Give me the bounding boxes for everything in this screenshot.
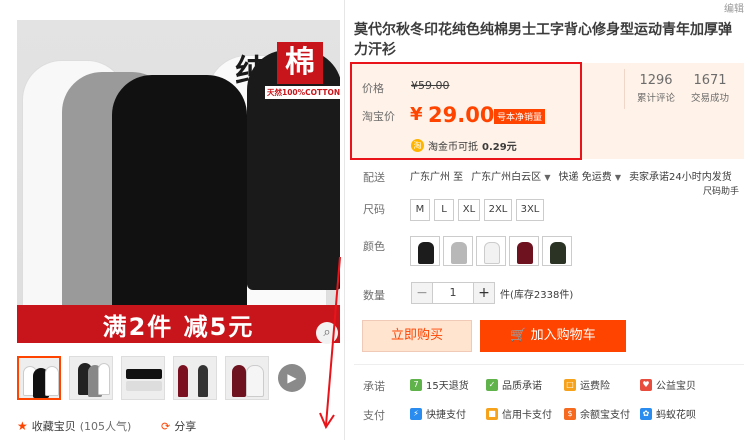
product-page: 编辑 纯 棉 天然100%COTTON 满2件 减5元 ⌕ ▶ ★ 收藏宝贝 (… xyxy=(0,0,750,440)
thumbnail-4[interactable] xyxy=(173,356,217,400)
shirt-black-front xyxy=(112,75,247,333)
add-to-cart-label: 加入购物车 xyxy=(530,328,596,343)
shield-icon: ✓ xyxy=(486,378,498,391)
thumbnail-3[interactable] xyxy=(121,356,165,400)
color-swatch-gray[interactable] xyxy=(443,236,473,266)
cotton-badge: 纯 棉 天然100%COTTON xyxy=(235,42,340,112)
color-swatch-burgundy[interactable] xyxy=(509,236,539,266)
color-swatch-black[interactable] xyxy=(410,236,440,266)
ship-method-select[interactable]: 快递 免运费 ▼ xyxy=(559,168,622,183)
section-divider xyxy=(354,364,744,365)
badge-char-2: 棉 xyxy=(277,42,323,84)
reviews-label: 累计评论 xyxy=(636,93,675,104)
add-to-cart-button[interactable]: 🛒 加入购物车 xyxy=(480,320,626,352)
reviews-count: 1296 xyxy=(639,73,673,88)
badge-char-1: 纯 xyxy=(235,52,268,90)
shipping-info: 广东广州 至 广东广州白云区 ▼ 快递 免运费 ▼ 卖家承诺24小时内发货 xyxy=(410,168,732,183)
size-option-2xl[interactable]: 2XL xyxy=(484,199,512,221)
ship-to-select[interactable]: 广东广州白云区 ▼ xyxy=(471,168,550,183)
favorite-label: 收藏宝贝 xyxy=(31,420,76,433)
share-label: 分享 xyxy=(174,420,197,433)
ship-to: 广东广州白云区 xyxy=(471,172,542,183)
payment-text: 余额宝支付 xyxy=(580,410,630,421)
size-option-l[interactable]: L xyxy=(434,199,454,221)
thumbnail-5[interactable] xyxy=(225,356,269,400)
payment-label: 支付 xyxy=(363,409,385,422)
ship-method: 快递 免运费 xyxy=(558,172,612,183)
payment-huabei[interactable]: ✿ 蚂蚁花呗 xyxy=(640,406,696,421)
size-option-xl[interactable]: XL xyxy=(458,199,480,221)
color-swatch-white[interactable] xyxy=(476,236,506,266)
promise-quality[interactable]: ✓ 品质承诺 xyxy=(486,377,542,392)
play-icon[interactable]: ▶ xyxy=(278,364,306,392)
ship-promise: 卖家承诺24小时内发货 xyxy=(629,172,732,183)
promise-shipping-insurance[interactable]: □ 运费险 xyxy=(564,377,610,392)
thumbnail-1[interactable] xyxy=(17,356,61,400)
product-title: 莫代尔秋冬印花纯色纯棉男士工字背心修身型运动青年加厚弹力汗衫 xyxy=(354,22,732,58)
quick-pay-icon: ⚡ xyxy=(410,407,422,420)
main-product-image[interactable]: 纯 棉 天然100%COTTON 满2件 减5元 xyxy=(17,20,340,343)
edit-link[interactable]: 编辑 xyxy=(724,0,744,15)
size-option-m[interactable]: M xyxy=(410,199,430,221)
annotation-arrow xyxy=(319,256,341,430)
thumbnail-2[interactable] xyxy=(69,356,113,400)
promise-text: 15天退货 xyxy=(426,381,469,392)
promise-text: 品质承诺 xyxy=(502,381,542,392)
sales-label: 交易成功 xyxy=(690,93,729,104)
sales-count: 1671 xyxy=(693,73,727,88)
size-helper-link[interactable]: 尺码助手 xyxy=(703,184,739,197)
thumbnail-strip xyxy=(17,356,269,400)
huabei-icon: ✿ xyxy=(640,407,652,420)
share-button[interactable]: ⟳ 分享 xyxy=(161,418,196,434)
charity-icon: ♥ xyxy=(640,378,652,391)
payment-text: 蚂蚁花呗 xyxy=(656,410,696,421)
buy-now-button[interactable]: 立即购买 xyxy=(362,320,472,352)
ship-from: 广东广州 至 xyxy=(410,172,464,183)
favorite-button[interactable]: ★ 收藏宝贝 (105人气) xyxy=(17,418,131,434)
color-swatch-olive[interactable] xyxy=(542,236,572,266)
quantity-input[interactable]: 1 xyxy=(433,282,473,304)
promise-text: 运费险 xyxy=(580,381,610,392)
size-label: 尺码 xyxy=(363,203,385,216)
chevron-down-icon: ▼ xyxy=(614,173,622,182)
shipping-label: 配送 xyxy=(363,171,385,184)
highlight-box xyxy=(350,62,582,160)
payment-quick[interactable]: ⚡ 快捷支付 xyxy=(410,406,466,421)
stock-info: 件(库存2338件) xyxy=(500,290,574,301)
promise-charity[interactable]: ♥ 公益宝贝 xyxy=(640,377,696,392)
truck-icon: □ xyxy=(564,378,576,391)
credit-card-icon: ■ xyxy=(486,407,498,420)
payment-yuebao[interactable]: $ 余额宝支付 xyxy=(564,406,630,421)
payment-text: 快捷支付 xyxy=(426,410,466,421)
promise-text: 公益宝贝 xyxy=(656,381,696,392)
sales-stat[interactable]: 1671 交易成功 xyxy=(680,73,740,104)
quantity-label: 数量 xyxy=(363,289,385,302)
promise-15-day-return[interactable]: 7 15天退货 xyxy=(410,377,469,392)
star-icon: ★ xyxy=(17,419,28,433)
share-icon: ⟳ xyxy=(161,419,171,433)
promise-label: 承诺 xyxy=(363,380,385,393)
badge-subtitle: 天然100%COTTON xyxy=(265,86,340,99)
quantity-decrease-button[interactable]: − xyxy=(411,282,433,304)
payment-text: 信用卡支付 xyxy=(502,410,552,421)
color-label: 颜色 xyxy=(363,240,385,253)
yuebao-icon: $ xyxy=(564,407,576,420)
quantity-increase-button[interactable]: + xyxy=(473,282,495,304)
reviews-stat[interactable]: 1296 累计评论 xyxy=(626,73,686,104)
chevron-down-icon: ▼ xyxy=(544,173,551,182)
favorite-count: (105人气) xyxy=(79,420,132,433)
payment-credit-card[interactable]: ■ 信用卡支付 xyxy=(486,406,552,421)
return-icon: 7 xyxy=(410,378,422,391)
cart-icon: 🛒 xyxy=(510,328,527,343)
size-option-3xl[interactable]: 3XL xyxy=(516,199,544,221)
promo-banner: 满2件 减5元 xyxy=(17,305,340,343)
